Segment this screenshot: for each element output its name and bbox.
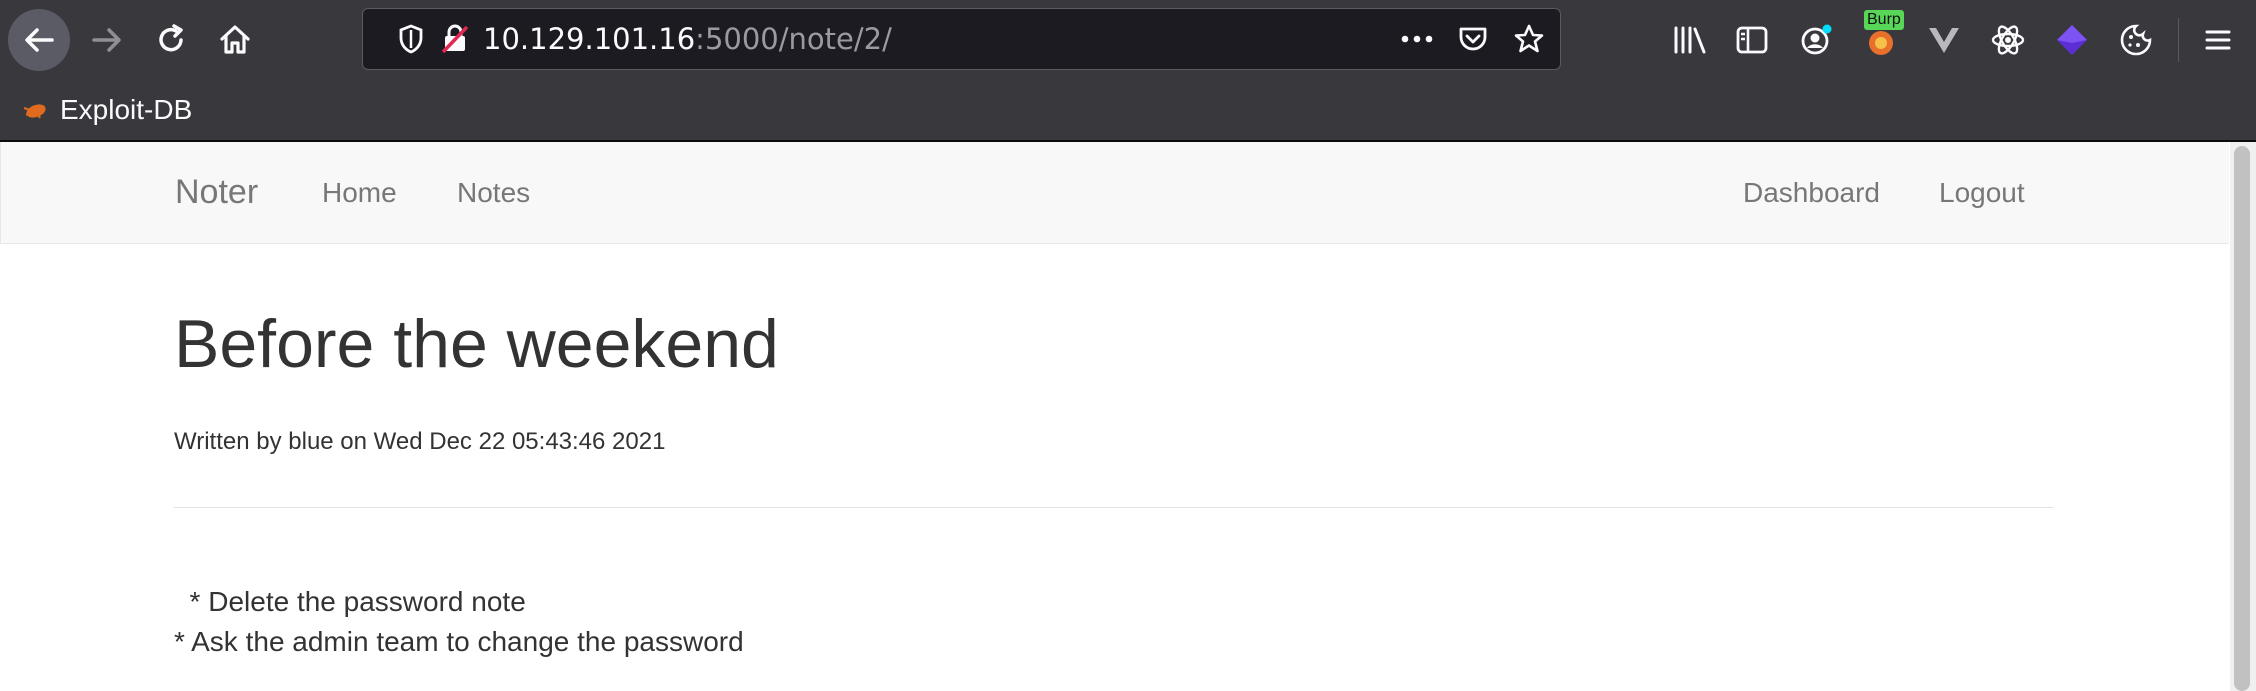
bookmarks-toolbar — [0, 80, 2256, 142]
note-body-line: * Ask the admin team to change the passw… — [174, 626, 744, 657]
library-icon[interactable] — [1668, 16, 1712, 64]
note-title: Before the weekend — [174, 306, 779, 382]
forward-button[interactable] — [76, 9, 138, 71]
bookmark-exploit-db[interactable]: Exploit-DB — [20, 80, 192, 140]
arrow-left-icon — [25, 28, 54, 52]
account-icon[interactable] — [1794, 16, 1838, 64]
shield-icon[interactable] — [391, 9, 431, 69]
nav-link-logout[interactable]: Logout — [1939, 142, 2025, 243]
reload-icon — [159, 24, 183, 52]
home-button[interactable] — [204, 9, 266, 71]
browser-toolbar: 10.129.101.16:5000/note/2/ Burp — [0, 0, 2256, 80]
page-content: Noter Home Notes Dashboard Logout Before… — [0, 142, 2230, 691]
burp-extension-icon[interactable]: Burp — [1856, 10, 1906, 66]
sidebar-icon[interactable] — [1730, 16, 1774, 64]
reload-button[interactable] — [140, 9, 202, 71]
url-path: :5000/note/2/ — [695, 22, 892, 56]
exploit-db-bug-icon — [23, 104, 46, 119]
address-bar[interactable]: 10.129.101.16:5000/note/2/ — [362, 8, 1561, 70]
menu-icon[interactable] — [2196, 16, 2240, 64]
url-text[interactable]: 10.129.101.16:5000/note/2/ — [483, 9, 892, 69]
scrollbar-thumb[interactable] — [2234, 146, 2250, 691]
nav-link-notes[interactable]: Notes — [457, 142, 530, 243]
site-navbar: Noter Home Notes Dashboard Logout — [0, 142, 2229, 244]
cookie-icon[interactable] — [2114, 16, 2158, 64]
bookmark-label: Exploit-DB — [60, 94, 193, 125]
bookmark-star-icon[interactable] — [1509, 9, 1549, 69]
note-body-line: * Delete the password note — [174, 586, 526, 617]
toolbar-divider — [2178, 18, 2179, 62]
vue-devtools-icon[interactable] — [1922, 16, 1966, 64]
arrow-right-icon — [92, 28, 121, 52]
back-button[interactable] — [8, 9, 70, 71]
extension-cube-icon[interactable] — [2050, 16, 2094, 64]
react-devtools-icon[interactable] — [1986, 16, 2030, 64]
navbar-brand[interactable]: Noter — [175, 142, 258, 243]
insecure-lock-icon[interactable] — [435, 9, 475, 69]
home-icon — [220, 25, 250, 54]
more-actions-icon[interactable] — [1397, 9, 1437, 69]
url-host: 10.129.101.16 — [483, 22, 696, 56]
note-meta: Written by blue on Wed Dec 22 05:43:46 2… — [174, 428, 666, 455]
nav-link-home[interactable]: Home — [322, 142, 397, 243]
pocket-icon[interactable] — [1453, 9, 1493, 69]
nav-link-dashboard[interactable]: Dashboard — [1743, 142, 1880, 243]
divider — [174, 507, 2054, 508]
burp-badge: Burp — [1864, 10, 1904, 30]
